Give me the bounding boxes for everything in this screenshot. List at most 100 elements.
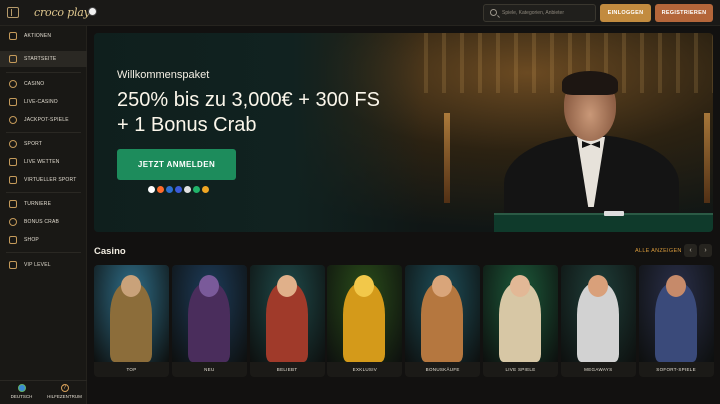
sidebar-item-live-wetten[interactable]: LIVE WETTEN xyxy=(0,154,87,170)
sidebar-item-label: AKTIONEN xyxy=(24,33,52,39)
dealer-hair xyxy=(562,71,618,95)
see-all-link[interactable]: ALLE ANZEIGEN xyxy=(635,248,682,254)
category-artwork xyxy=(249,265,325,362)
character-head xyxy=(510,275,530,297)
sidebar-item-label: CASINO xyxy=(24,81,45,87)
sidebar-item-label: BONUS CRAB xyxy=(24,219,60,225)
character-head xyxy=(276,275,297,297)
divider xyxy=(6,132,81,133)
sidebar-item-label: SPORT xyxy=(24,141,43,147)
gift-icon xyxy=(9,32,17,40)
payment-icon xyxy=(184,186,191,193)
category-tile[interactable]: LIVE SPIELE xyxy=(483,265,558,377)
sidebar-item-jackpot[interactable]: JACKPOT-SPIELE xyxy=(0,112,87,128)
globe-icon xyxy=(17,384,26,392)
sidebar-item-shop[interactable]: SHOP xyxy=(0,232,87,248)
sidebar-item-label: TURNIERE xyxy=(24,201,52,207)
crab-icon xyxy=(9,218,17,226)
signup-button[interactable]: JETZT ANMELDEN xyxy=(117,149,236,180)
help-center-link[interactable]: ? HILFEZENTRUM xyxy=(43,384,86,399)
character-head xyxy=(121,275,141,297)
category-label: TOP xyxy=(126,367,137,372)
category-artwork xyxy=(405,265,481,362)
live-bet-icon xyxy=(9,158,17,166)
sidebar-item-label: VIP LEVEL xyxy=(24,262,51,268)
casino-icon xyxy=(9,80,17,88)
category-tile[interactable]: SOFORT-SPIELE xyxy=(638,265,714,377)
section-title: Casino xyxy=(94,246,126,257)
language-label: DEUTSCH xyxy=(10,394,33,399)
help-label: HILFEZENTRUM xyxy=(47,394,82,399)
category-artwork xyxy=(638,265,714,362)
sport-icon xyxy=(9,140,17,148)
sidebar-item-label: VIRTUELLER SPORT xyxy=(24,177,77,183)
chips xyxy=(604,211,624,216)
sidebar-item-turniere[interactable]: TURNIERE xyxy=(0,196,87,212)
live-casino-icon xyxy=(9,98,17,106)
sidebar-item-vip-level[interactable]: VIP LEVEL xyxy=(0,257,87,273)
divider xyxy=(6,72,81,73)
sidebar-item-startseite[interactable]: STARTSEITE xyxy=(0,51,87,67)
language-selector[interactable]: DEUTSCH xyxy=(0,384,43,399)
sidebar-item-label: JACKPOT-SPIELE xyxy=(24,117,69,123)
category-tile[interactable]: MEGAWAYS xyxy=(560,265,636,377)
payment-icon xyxy=(202,186,209,193)
sidebar-item-live-casino[interactable]: LIVE-CASINO xyxy=(0,94,87,110)
category-artwork xyxy=(171,265,247,362)
category-tile[interactable]: NEU xyxy=(171,265,247,377)
sidebar: AKTIONEN STARTSEITE CASINO LIVE-CASINO J… xyxy=(0,26,87,404)
sidebar-item-sport[interactable]: SPORT xyxy=(0,136,87,152)
category-artwork xyxy=(483,265,558,362)
sidebar-item-virtueller-sport[interactable]: VIRTUELLER SPORT xyxy=(0,172,87,188)
payment-icon xyxy=(166,186,173,193)
sidebar-item-label: SHOP xyxy=(24,237,39,243)
sidebar-item-aktionen[interactable]: AKTIONEN xyxy=(0,28,87,44)
payment-icon xyxy=(193,186,200,193)
shop-icon xyxy=(9,236,17,244)
payment-icon xyxy=(157,186,164,193)
category-label: NEU xyxy=(204,367,215,372)
help-icon: ? xyxy=(60,384,69,392)
background-column xyxy=(444,113,450,203)
divider xyxy=(6,192,81,193)
register-button[interactable]: REGISTRIEREN xyxy=(655,4,713,22)
sidebar-item-bonus-crab[interactable]: BONUS CRAB xyxy=(0,214,87,230)
tournament-icon xyxy=(9,200,17,208)
payment-icon xyxy=(175,186,182,193)
hero-subtitle: Willkommenspaket xyxy=(117,69,210,81)
virtual-sport-icon xyxy=(9,176,17,184)
background-column xyxy=(704,113,710,203)
search-icon xyxy=(490,9,497,16)
category-artwork xyxy=(94,265,169,362)
sidebar-item-label: LIVE-CASINO xyxy=(24,99,58,105)
category-label: BONUSKÄUFE xyxy=(425,367,460,372)
category-label: EXKLUSIV xyxy=(352,367,378,372)
character-head xyxy=(198,275,219,297)
sidebar-toggle-icon[interactable] xyxy=(7,7,19,18)
next-button[interactable]: › xyxy=(699,244,712,257)
crown-icon xyxy=(9,261,17,269)
category-tile[interactable]: TOP xyxy=(94,265,169,377)
top-bar: croco play EINLOGGEN REGISTRIEREN xyxy=(0,0,720,26)
logo[interactable]: croco play xyxy=(34,6,90,19)
soccer-ball-icon xyxy=(88,7,97,16)
category-tile[interactable]: BONUSKÄUFE xyxy=(405,265,481,377)
category-artwork xyxy=(327,265,403,362)
category-label: MEGAWAYS xyxy=(584,367,613,372)
category-tile[interactable]: EXKLUSIV xyxy=(327,265,403,377)
character-head xyxy=(587,275,608,297)
sidebar-item-casino[interactable]: CASINO xyxy=(0,76,87,92)
payment-icon xyxy=(148,186,155,193)
category-artwork xyxy=(560,265,636,362)
sidebar-footer: DEUTSCH ? HILFEZENTRUM xyxy=(0,380,87,404)
search-box[interactable] xyxy=(483,4,596,22)
sidebar-item-label: LIVE WETTEN xyxy=(24,159,60,165)
character-head xyxy=(665,275,686,297)
category-tile[interactable]: BELIEBT xyxy=(249,265,325,377)
jackpot-icon xyxy=(9,116,17,124)
hero-title: 250% bis zu 3,000€ + 300 FS + 1 Bonus Cr… xyxy=(117,89,380,136)
search-input[interactable] xyxy=(502,7,592,19)
login-button[interactable]: EINLOGGEN xyxy=(600,4,651,22)
previous-button[interactable]: ‹ xyxy=(684,244,697,257)
payment-methods xyxy=(148,186,209,193)
